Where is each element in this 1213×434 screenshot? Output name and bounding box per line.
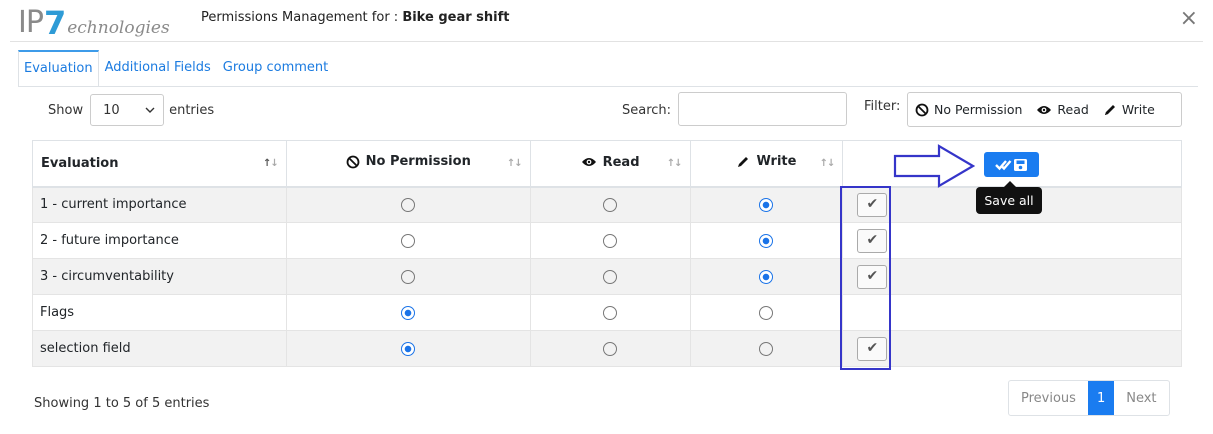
sort-icon: ↑↓	[506, 158, 523, 169]
radio-no-permission[interactable]	[401, 305, 416, 320]
modal-title: Permissions Management for : Bike gear s…	[201, 10, 509, 25]
entries-label: entries	[169, 102, 215, 118]
filter-label: Filter:	[864, 99, 901, 114]
radio-write[interactable]	[759, 341, 774, 356]
radio-write[interactable]	[759, 233, 774, 248]
radio-write[interactable]	[759, 305, 774, 320]
annotation-highlight-box	[840, 186, 891, 370]
ban-icon	[346, 155, 360, 168]
page-1-button[interactable]: 1	[1087, 381, 1115, 415]
table-row: Flags	[32, 294, 1182, 331]
row-label: selection field	[32, 330, 287, 367]
sort-icon: ↑↓	[263, 158, 279, 169]
tab-bar: Evaluation Additional Fields Group comme…	[18, 50, 334, 87]
row-label: 1 - current importance	[32, 186, 287, 223]
company-logo: IP 7 echnologies	[18, 4, 170, 42]
show-label: Show	[48, 102, 84, 118]
row-label: 2 - future importance	[32, 222, 287, 259]
modal-title-item: Bike gear shift	[402, 10, 510, 25]
radio-no-permission[interactable]	[401, 341, 416, 356]
column-label-evaluation: Evaluation	[41, 155, 119, 171]
previous-page-button[interactable]: Previous	[1009, 381, 1088, 415]
logo-technologies: echnologies	[67, 18, 170, 38]
logo-seven: 7	[43, 4, 67, 42]
radio-no-permission[interactable]	[401, 233, 416, 248]
sort-icon: ↑↓	[819, 158, 836, 169]
column-label-read: Read	[602, 154, 640, 170]
pencil-icon	[1104, 104, 1115, 115]
row-label: 3 - circumventability	[32, 258, 287, 295]
filter-write-label: Write	[1121, 102, 1155, 117]
entries-length-control: Show 10 entries	[48, 94, 214, 126]
filter-no-permission-label: No Permission	[934, 102, 1023, 117]
pencil-icon	[738, 156, 749, 167]
filter-read-label: Read	[1057, 102, 1089, 117]
column-label-write: Write	[756, 154, 797, 169]
search-label: Search:	[622, 103, 672, 118]
table-info: Showing 1 to 5 of 5 entries	[34, 396, 210, 411]
radio-no-permission[interactable]	[401, 197, 416, 212]
tab-group-comment[interactable]: Group comment	[217, 50, 334, 87]
save-all-tooltip: Save all	[976, 181, 1042, 214]
column-header-write[interactable]: Write ↑↓	[689, 140, 844, 188]
radio-read[interactable]	[603, 341, 618, 356]
sort-icon: ↑↓	[666, 158, 683, 169]
modal-title-prefix: Permissions Management for :	[201, 10, 403, 25]
eye-icon	[581, 158, 596, 166]
save-all-button[interactable]	[984, 152, 1039, 177]
radio-read[interactable]	[603, 269, 618, 284]
tab-additional-fields[interactable]: Additional Fields	[99, 50, 217, 87]
entries-select[interactable]: 10	[90, 94, 165, 126]
filter-write-button[interactable]: Write	[1103, 102, 1155, 117]
table-row: selection field ✔	[32, 330, 1182, 367]
double-check-save-icon	[994, 158, 1027, 171]
header-divider	[10, 41, 1203, 42]
ban-icon	[915, 103, 929, 116]
filter-button-group: No Permission Read Write	[907, 92, 1182, 127]
radio-read[interactable]	[603, 233, 618, 248]
column-header-no-permission[interactable]: No Permission ↑↓	[285, 140, 531, 188]
radio-write[interactable]	[759, 197, 774, 212]
pagination: Previous 1 Next	[1008, 380, 1170, 416]
next-page-button[interactable]: Next	[1114, 381, 1168, 415]
radio-read[interactable]	[603, 197, 618, 212]
search-input[interactable]	[678, 92, 847, 126]
annotation-arrow-icon	[893, 144, 975, 188]
table-row: 3 - circumventability ✔	[32, 258, 1182, 295]
row-label: Flags	[32, 294, 287, 331]
tab-evaluation[interactable]: Evaluation	[18, 50, 99, 87]
table-row: 2 - future importance ✔	[32, 222, 1182, 259]
filter-no-permission-button[interactable]: No Permission	[915, 102, 1022, 117]
tabs-divider	[18, 86, 1198, 87]
column-label-no-permission: No Permission	[365, 154, 471, 169]
column-header-read[interactable]: Read ↑↓	[529, 140, 691, 188]
entries-select-value: 10	[103, 102, 120, 118]
radio-write[interactable]	[759, 269, 774, 284]
filter-read-button[interactable]: Read	[1036, 102, 1089, 117]
eye-icon	[1037, 105, 1052, 114]
close-icon[interactable]: ×	[1180, 6, 1198, 32]
chevron-down-icon	[145, 107, 155, 113]
column-header-evaluation[interactable]: Evaluation ↑↓	[32, 140, 287, 188]
radio-read[interactable]	[603, 305, 618, 320]
logo-ip: IP	[18, 5, 44, 40]
radio-no-permission[interactable]	[401, 269, 416, 284]
